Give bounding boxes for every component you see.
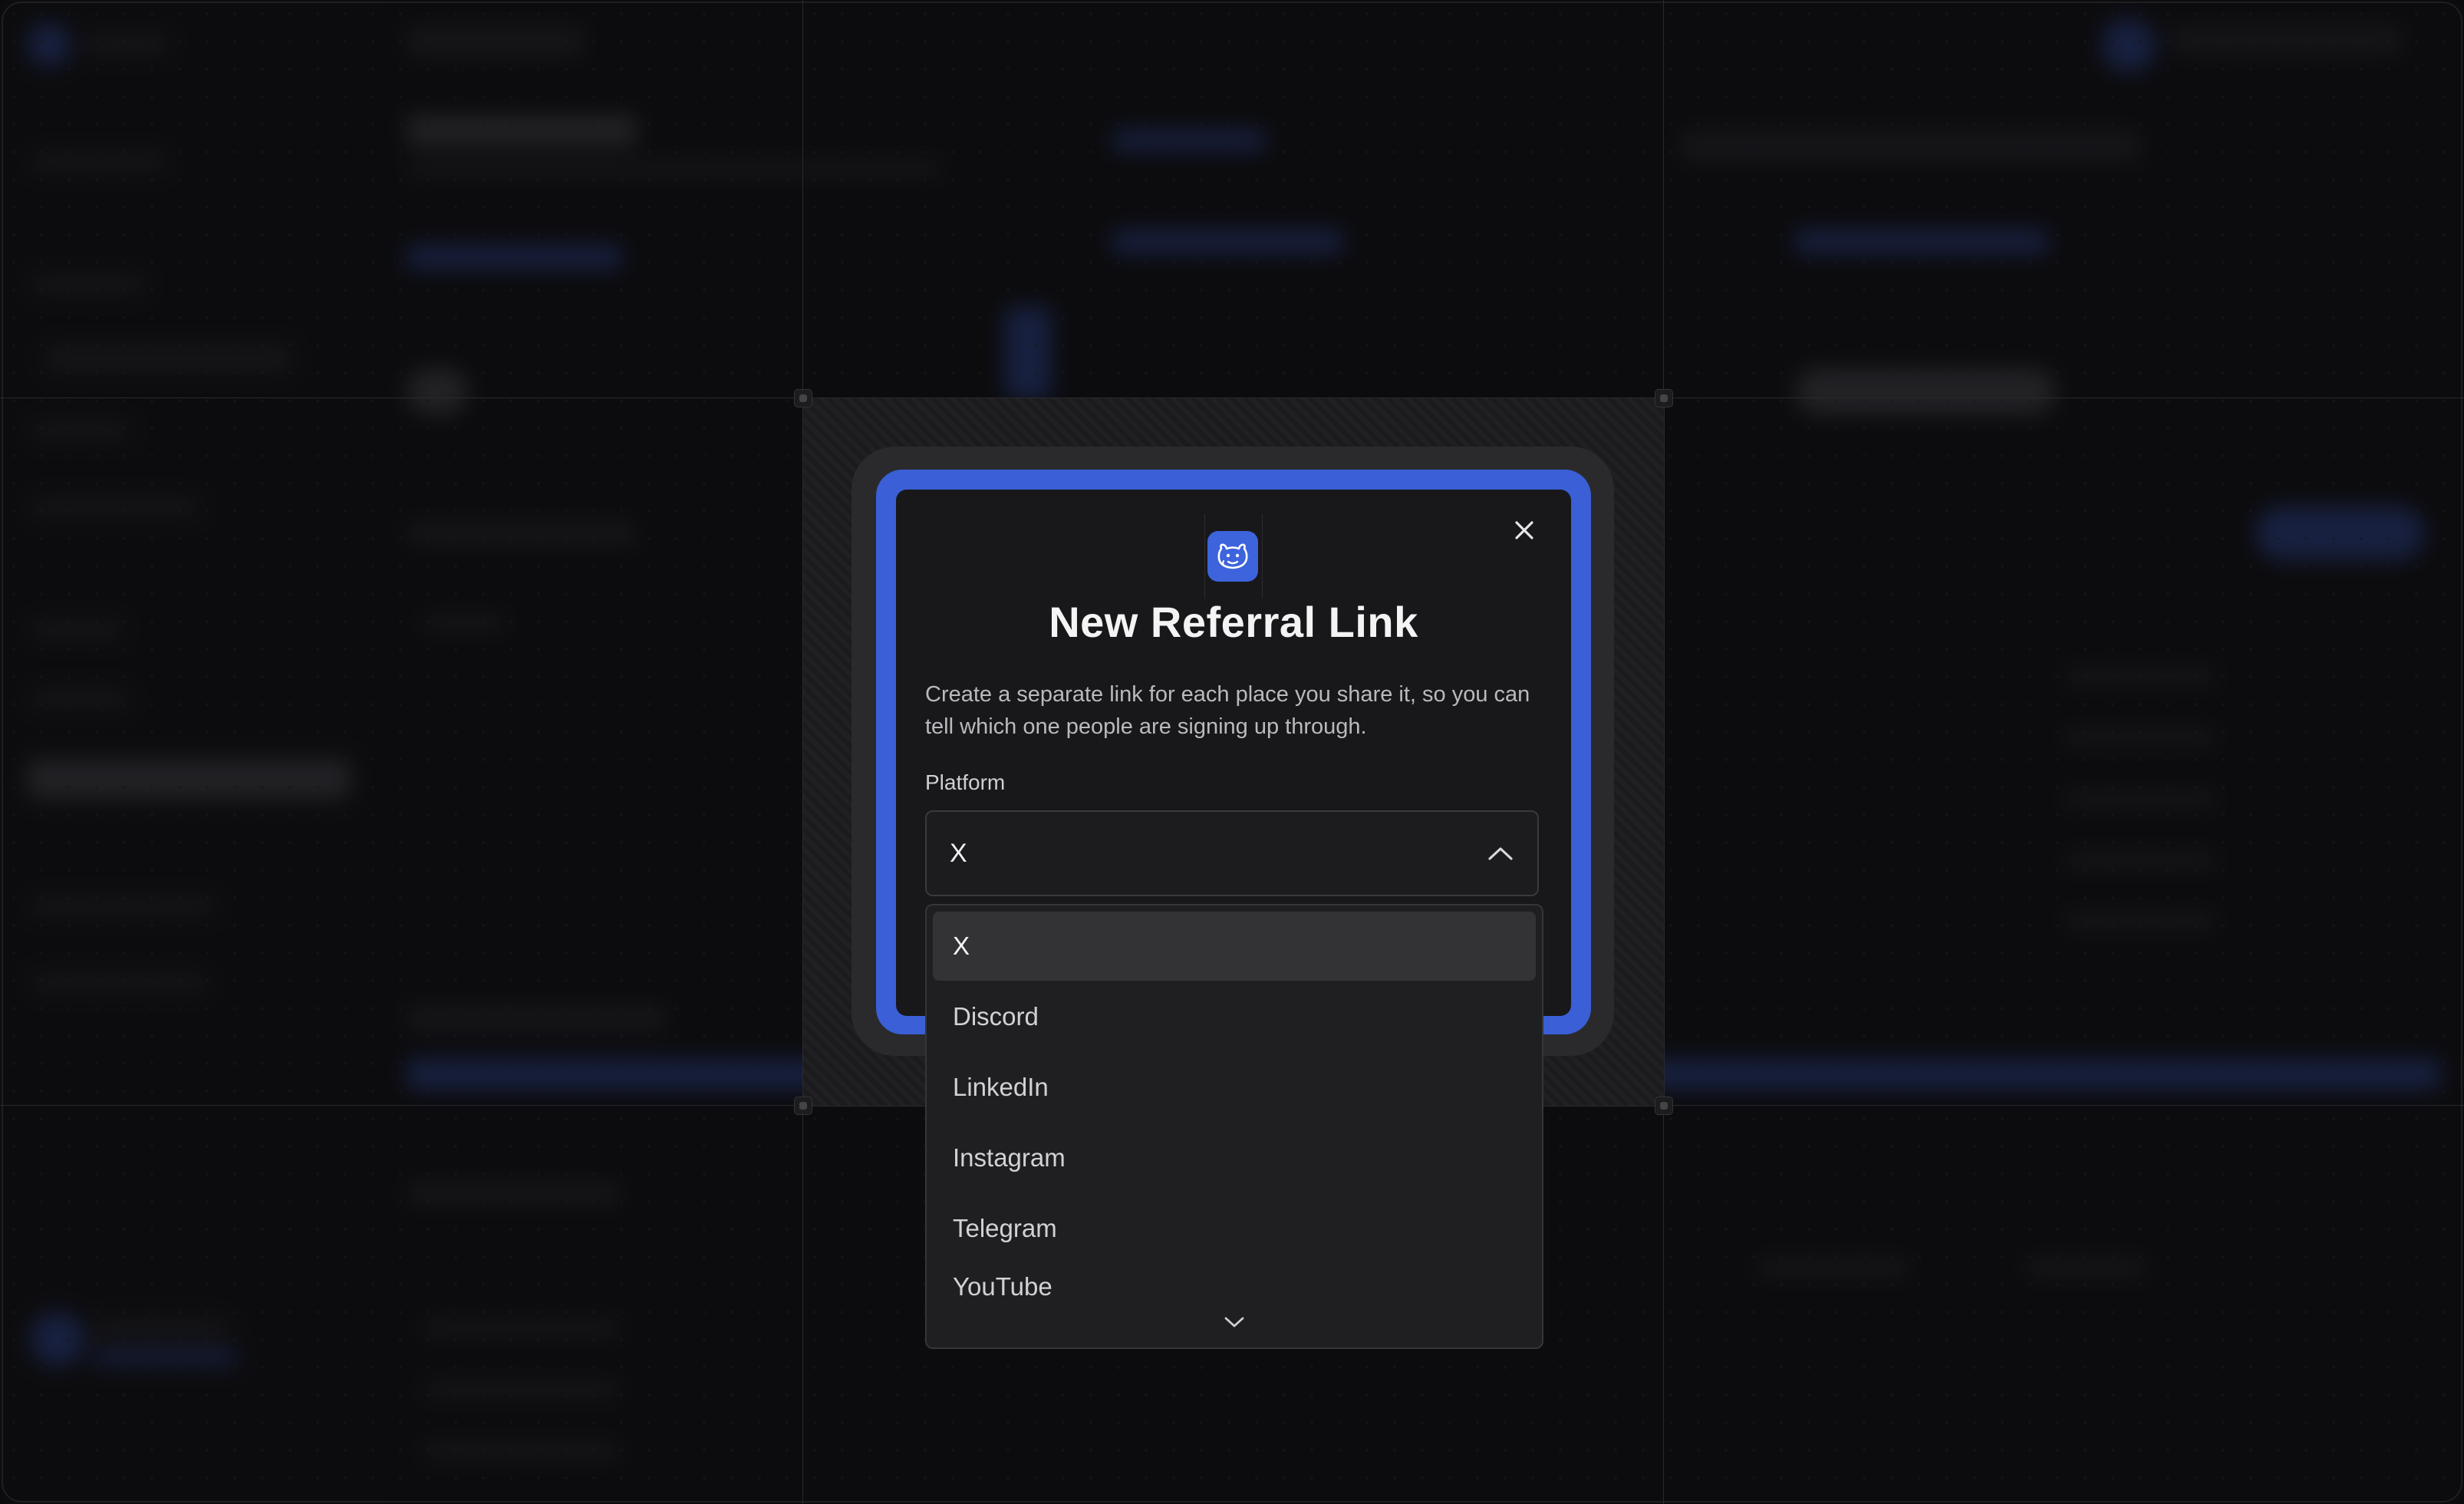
platform-label: Platform bbox=[925, 770, 1006, 794]
dropdown-scroll-down-button[interactable] bbox=[927, 1297, 1542, 1347]
option-linkedin[interactable]: LinkedIn bbox=[933, 1053, 1536, 1122]
option-telegram[interactable]: Telegram bbox=[933, 1194, 1536, 1263]
option-instagram[interactable]: Instagram bbox=[933, 1123, 1536, 1192]
corner-mark bbox=[794, 389, 812, 407]
close-icon bbox=[1515, 521, 1533, 539]
chevron-up-icon bbox=[1488, 847, 1513, 860]
platform-select-value: X bbox=[950, 838, 967, 868]
corner-mark bbox=[1655, 1097, 1673, 1115]
corner-mark bbox=[1655, 389, 1673, 407]
option-discord[interactable]: Discord bbox=[933, 982, 1536, 1051]
close-button[interactable] bbox=[1505, 511, 1543, 549]
app-logo bbox=[1207, 531, 1258, 582]
platform-dropdown-list[interactable]: X Discord LinkedIn Instagram Telegram Yo… bbox=[925, 904, 1543, 1349]
chevron-down-icon bbox=[1224, 1317, 1244, 1328]
dialog-title: New Referral Link bbox=[1049, 598, 1418, 646]
dialog-description: Create a separate link for each place yo… bbox=[925, 682, 1530, 739]
mascot-logo-icon bbox=[1217, 543, 1248, 569]
corner-mark bbox=[794, 1097, 812, 1115]
platform-select[interactable]: X bbox=[925, 810, 1539, 896]
option-x[interactable]: X bbox=[933, 912, 1536, 981]
